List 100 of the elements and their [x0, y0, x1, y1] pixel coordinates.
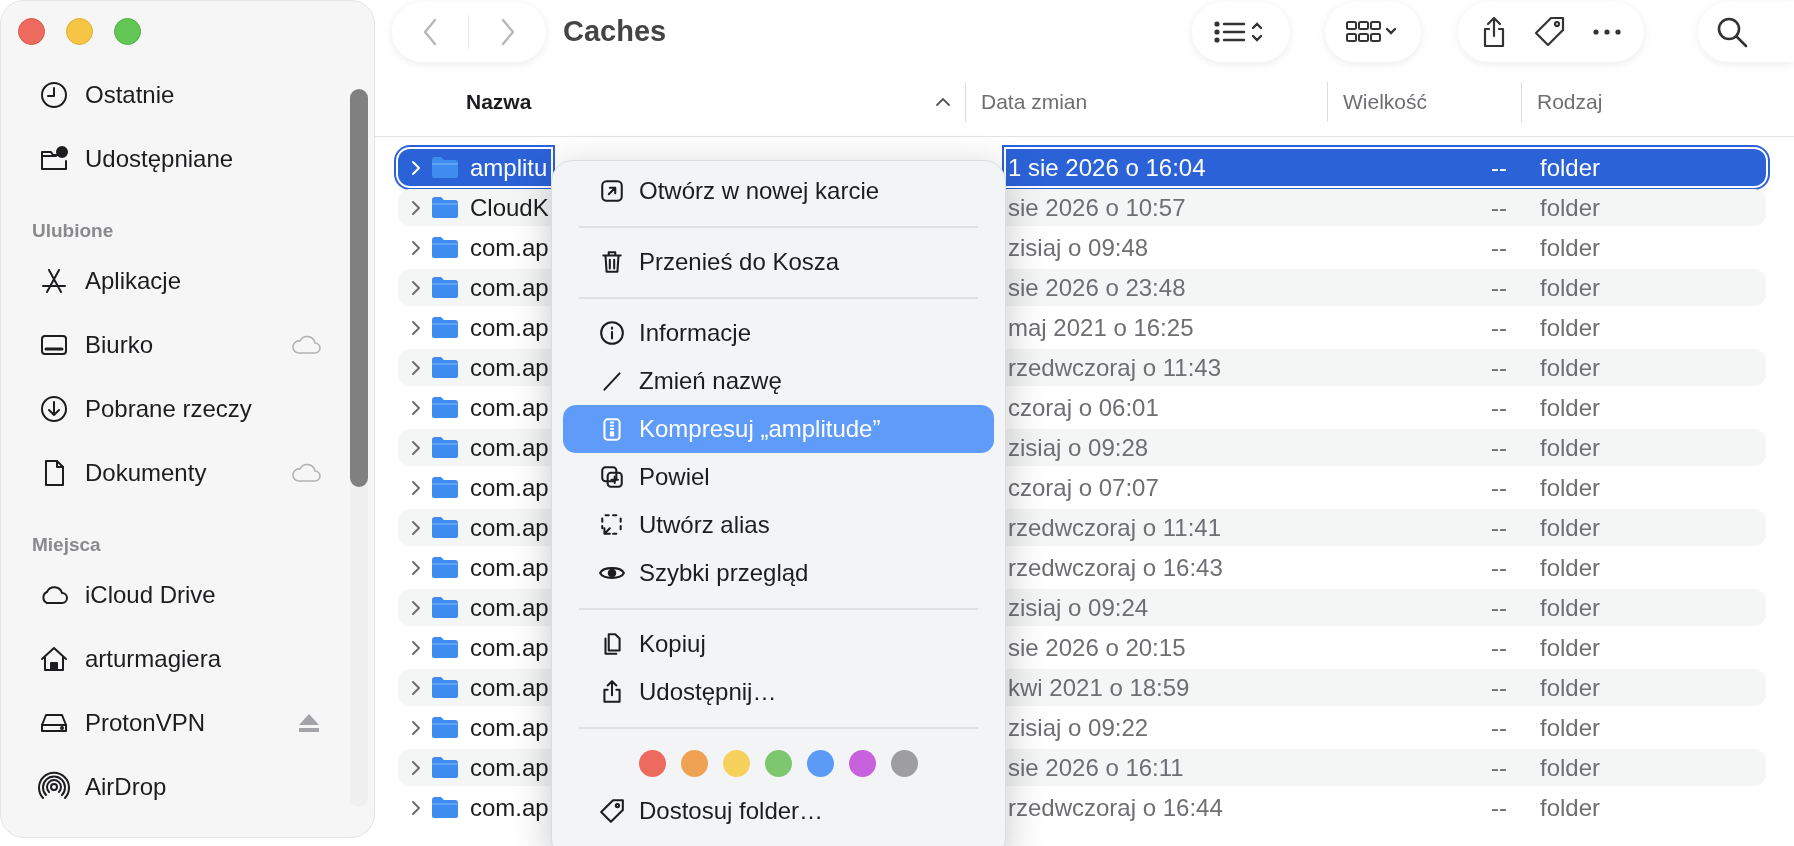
- column-header[interactable]: Nazwa: [466, 86, 532, 118]
- date-cell-text: zisiaj o 09:22: [1008, 712, 1149, 743]
- date-cell-text: czoraj o 06:01: [1008, 392, 1159, 423]
- menu-item[interactable]: Dostosuj folder…: [563, 787, 994, 835]
- chevron-right-icon: [410, 718, 422, 737]
- search-icon: [1716, 16, 1748, 48]
- date-cell-text: rzedwczoraj o 11:41: [1008, 512, 1221, 543]
- folder-icon: [431, 236, 459, 259]
- type-cell-text: folder: [1540, 272, 1601, 303]
- sidebar-item[interactable]: Ostatnie: [13, 63, 336, 127]
- size-cell-text: --: [1491, 272, 1507, 303]
- sidebar-item[interactable]: Biurko: [13, 313, 336, 377]
- color-tag[interactable]: [723, 749, 750, 777]
- sidebar-item[interactable]: ProtonVPN: [13, 691, 336, 755]
- column-header[interactable]: Rodzaj: [1537, 86, 1603, 118]
- sidebar-item[interactable]: arturmagiera: [13, 627, 336, 691]
- sidebar-item[interactable]: iCloud Drive: [13, 563, 336, 627]
- folder-icon: [431, 556, 459, 579]
- close-button[interactable]: [18, 18, 45, 45]
- size-cell-text: --: [1491, 192, 1507, 223]
- chevron-right-icon: [410, 798, 422, 817]
- chevron-right-icon: [410, 358, 422, 377]
- date-cell-text: sie 2026 o 16:11: [1008, 752, 1184, 783]
- date-cell-text: 1 sie 2026 o 16:04: [1008, 152, 1206, 183]
- type-cell-text: folder: [1540, 752, 1601, 783]
- type-cell-text: folder: [1540, 632, 1601, 663]
- date-cell-text: rzedwczoraj o 16:44: [1008, 792, 1223, 823]
- date-cell-text: sie 2026 o 20:15: [1008, 632, 1186, 663]
- file-name: com.ap: [470, 712, 549, 743]
- size-cell-text: --: [1491, 472, 1507, 503]
- date-cell-text: rzedwczoraj o 16:43: [1008, 552, 1223, 583]
- download-icon: [38, 393, 70, 425]
- type-cell-text: folder: [1540, 552, 1601, 583]
- size-cell-text: --: [1491, 152, 1507, 183]
- color-tag[interactable]: [639, 749, 666, 777]
- file-name: CloudK: [470, 192, 549, 223]
- file-name: com.ap: [470, 232, 549, 263]
- size-cell-text: --: [1491, 232, 1507, 263]
- date-cell-text: sie 2026 o 23:48: [1008, 272, 1186, 303]
- file-name: com.ap: [470, 552, 549, 583]
- menu-item[interactable]: Utwórz alias: [563, 501, 994, 549]
- section-heading: Miejsca: [31, 533, 101, 557]
- chevron-right-icon: [410, 398, 422, 417]
- type-cell-text: folder: [1540, 512, 1601, 543]
- sidebar-item[interactable]: Pobrane rzeczy: [13, 377, 336, 441]
- more-button[interactable]: [1591, 28, 1622, 36]
- zoom-button[interactable]: [114, 18, 141, 45]
- color-tag[interactable]: [681, 749, 708, 777]
- menu-item[interactable]: Powiel: [563, 453, 994, 501]
- size-cell-text: --: [1491, 592, 1507, 623]
- menu-item[interactable]: Kopiuj: [563, 620, 994, 668]
- date-cell-text: sie 2026 o 10:57: [1008, 192, 1186, 223]
- menu-item[interactable]: Przenieś do Kosza: [563, 238, 994, 286]
- type-cell-text: folder: [1540, 352, 1601, 383]
- file-name: com.ap: [470, 672, 549, 703]
- sidebar-item[interactable]: Aplikacje: [13, 249, 336, 313]
- menu-item[interactable]: Szybki przegląd: [563, 549, 994, 597]
- color-tag[interactable]: [849, 749, 876, 777]
- column-header[interactable]: Wielkość: [1343, 86, 1427, 118]
- type-cell-text: folder: [1540, 152, 1601, 183]
- chevron-right-icon: [410, 158, 422, 177]
- date-cell-text: zisiaj o 09:48: [1008, 232, 1149, 263]
- chevron-right-icon: [410, 558, 422, 577]
- size-cell-text: --: [1491, 432, 1507, 463]
- sidebar-item[interactable]: AirDrop: [13, 755, 336, 819]
- type-cell-text: folder: [1540, 712, 1601, 743]
- file-name: com.ap: [470, 752, 549, 783]
- sidebar-item[interactable]: Dokumenty: [13, 441, 336, 505]
- chevron-right-icon: [410, 638, 422, 657]
- type-cell-text: folder: [1540, 432, 1601, 463]
- chevron-right-icon: [410, 678, 422, 697]
- size-cell-text: --: [1491, 792, 1507, 823]
- type-cell-text: folder: [1540, 392, 1601, 423]
- file-name: com.ap: [470, 272, 549, 303]
- date-cell-text: maj 2021 o 16:25: [1008, 312, 1194, 343]
- size-cell-text: --: [1491, 352, 1507, 383]
- menu-item[interactable]: Zmień nazwę: [563, 357, 994, 405]
- tag-icon: [1533, 15, 1567, 49]
- file-name: com.ap: [470, 792, 549, 823]
- column-header[interactable]: Data zmian: [981, 86, 1088, 118]
- scrollbar-thumb[interactable]: [350, 89, 368, 487]
- chevron-right-icon: [410, 758, 422, 777]
- type-cell-text: folder: [1540, 192, 1601, 223]
- minimize-button[interactable]: [66, 18, 93, 45]
- size-cell-text: --: [1491, 312, 1507, 343]
- sidebar-item[interactable]: Udostępniane: [13, 127, 336, 191]
- menu-item[interactable]: Informacje: [563, 309, 994, 357]
- tag-button[interactable]: [1533, 15, 1567, 49]
- type-cell-text: folder: [1540, 312, 1601, 343]
- color-tag[interactable]: [807, 749, 834, 777]
- color-tag[interactable]: [765, 749, 792, 777]
- menu-item[interactable]: Otwórz w nowej karcie: [563, 167, 994, 215]
- menu-item[interactable]: Udostępnij…: [563, 668, 994, 716]
- window-title: Caches: [563, 14, 667, 50]
- search-button[interactable]: [1698, 2, 1794, 62]
- info-icon: [599, 320, 625, 346]
- type-cell-text: folder: [1540, 592, 1601, 623]
- color-tag[interactable]: [891, 749, 918, 777]
- size-cell-text: --: [1491, 672, 1507, 703]
- size-cell-text: --: [1491, 632, 1507, 663]
